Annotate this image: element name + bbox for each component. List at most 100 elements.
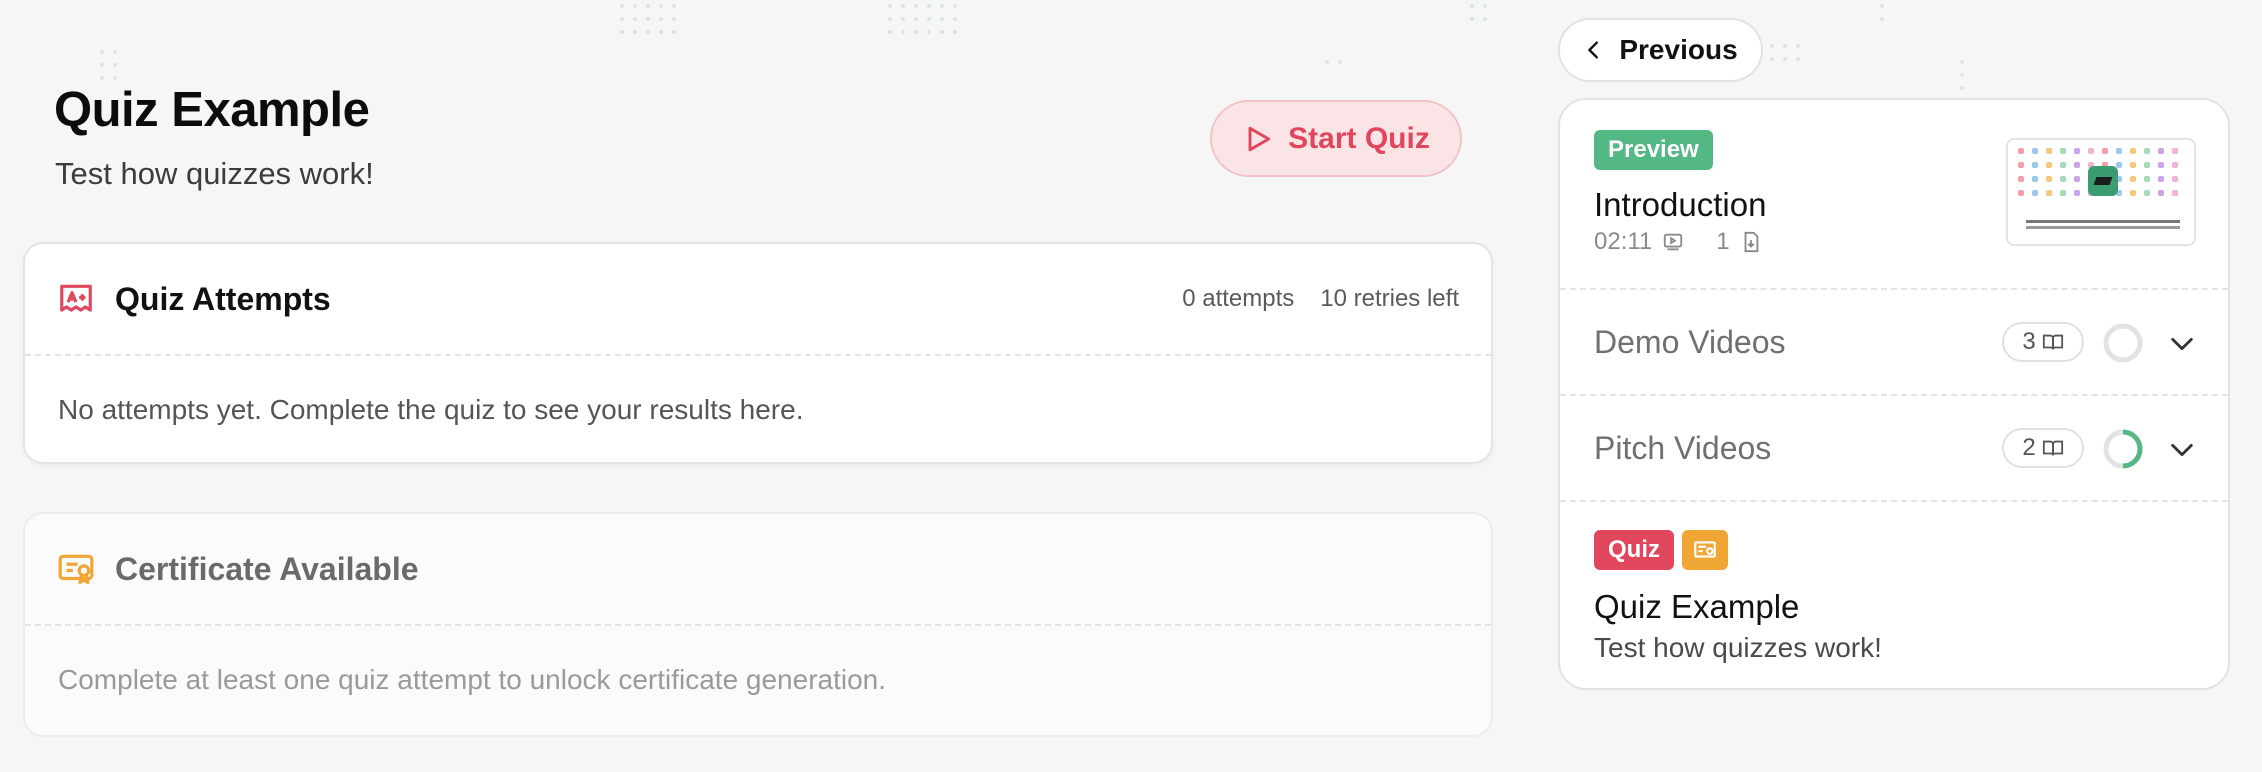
thumbnail-pattern-dot [2032, 190, 2038, 196]
thumbnail-pattern-dot [2172, 162, 2178, 168]
thumbnail-pattern-dot [2144, 190, 2150, 196]
previous-label: Previous [1619, 34, 1738, 65]
certificate-title: Certificate Available [115, 550, 419, 587]
thumbnail-pattern-dot [2018, 176, 2024, 182]
thumbnail-pattern-dot [2158, 148, 2164, 154]
thumbnail-pattern-dot [2074, 148, 2080, 154]
page-title: Quiz Example [54, 83, 370, 137]
thumbnail-pattern-dot [2088, 148, 2094, 154]
decorative-dots [888, 4, 957, 34]
progress-ring [2103, 323, 2143, 363]
thumbnail-pattern-dot [2172, 190, 2178, 196]
thumbnail-pattern-dot [2130, 190, 2136, 196]
quiz-attempts-header: Quiz Attempts 0 attempts 10 retries left [25, 244, 1491, 356]
decorative-dots [1880, 4, 1884, 21]
certificate-badge [1682, 530, 1728, 570]
course-outline: Preview Introduction 02:11 1 Demo Videos… [1558, 98, 2230, 690]
download-icon [1744, 231, 1758, 253]
certificate-icon [58, 554, 94, 585]
quiz-subtitle: Test how quizzes work! [1594, 632, 1882, 663]
lesson-count: 2 [2022, 434, 2036, 461]
thumbnail-pattern-dot [2032, 162, 2038, 168]
thumbnail-pattern-dot [2018, 162, 2024, 168]
progress-ring [2103, 429, 2143, 469]
decorative-dots [620, 4, 676, 34]
thumbnail-pattern-dot [2172, 148, 2178, 154]
thumbnail-pattern-dot [2158, 190, 2164, 196]
thumbnail-pattern-dot [2060, 162, 2066, 168]
lesson-meta: 02:11 1 [1594, 228, 1762, 256]
decorative-dots [1470, 4, 1487, 21]
section-pitch-videos[interactable]: Pitch Videos 2 [1560, 396, 2228, 502]
lesson-downloads: 1 [1716, 228, 1730, 255]
lesson-count-pill: 3 [2002, 322, 2084, 362]
thumbnail-pattern-dot [2116, 148, 2122, 154]
thumbnail-pattern-dot [2018, 190, 2024, 196]
retries-left: 10 retries left [1320, 285, 1459, 312]
thumbnail-logo [2088, 166, 2118, 196]
thumbnail-pattern-dot [2046, 162, 2052, 168]
start-quiz-button[interactable]: Start Quiz [1210, 100, 1462, 177]
attempts-count: 0 attempts [1182, 285, 1295, 312]
thumbnail-pattern-dot [2158, 162, 2164, 168]
thumbnail-pattern-dot [2130, 162, 2136, 168]
start-quiz-label: Start Quiz [1288, 121, 1430, 155]
decorative-dots [100, 50, 117, 80]
chevron-down-icon[interactable] [2168, 436, 2196, 464]
lesson-thumbnail[interactable] [2006, 138, 2196, 246]
award-icon [60, 284, 92, 312]
thumbnail-caption [2026, 220, 2180, 223]
thumbnail-pattern-dot [2074, 162, 2080, 168]
thumbnail-pattern-dot [2046, 176, 2052, 182]
thumbnail-pattern-dot [2130, 148, 2136, 154]
quiz-badges: Quiz [1594, 530, 1728, 570]
thumbnail-pattern-dot [2144, 176, 2150, 182]
section-title: Pitch Videos [1594, 430, 1772, 466]
chevron-down-icon[interactable] [2168, 330, 2196, 358]
quiz-badge: Quiz [1594, 530, 1674, 570]
page-subtitle: Test how quizzes work! [55, 156, 374, 191]
section-title: Demo Videos [1594, 324, 1786, 360]
previous-button[interactable]: Previous [1558, 18, 1763, 82]
certificate-text: Complete at least one quiz attempt to un… [58, 664, 887, 695]
thumbnail-pattern-dot [2144, 148, 2150, 154]
thumbnail-pattern-dot [2060, 148, 2066, 154]
play-icon [1248, 126, 1271, 151]
thumbnail-pattern-dot [2158, 176, 2164, 182]
page: Quiz Example Test how quizzes work! Star… [0, 0, 2262, 772]
book-icon [2042, 334, 2063, 350]
lesson-duration: 02:11 [1594, 228, 1653, 255]
preview-badge: Preview [1594, 130, 1713, 170]
attempts-empty-text: No attempts yet. Complete the quiz to se… [58, 394, 804, 425]
quiz-attempts-card: Quiz Attempts 0 attempts 10 retries left… [23, 242, 1493, 464]
video-icon [1664, 233, 1683, 251]
thumbnail-pattern-dot [2032, 148, 2038, 154]
certificate-card: Certificate Available Complete at least … [23, 512, 1493, 737]
lesson-quiz-example[interactable]: Quiz Quiz Example Test how quizzes work! [1560, 502, 2228, 688]
thumbnail-pattern-dot [2102, 148, 2108, 154]
thumbnail-pattern-dot [2144, 162, 2150, 168]
thumbnail-pattern-dot [2046, 148, 2052, 154]
decorative-dots [1770, 44, 1800, 61]
thumbnail-pattern-dot [2032, 176, 2038, 182]
book-icon [2042, 440, 2063, 456]
lesson-introduction[interactable]: Preview Introduction 02:11 1 [1560, 100, 2228, 290]
certificate-icon [1694, 541, 1716, 558]
attempts-meta: 0 attempts 10 retries left [1182, 285, 1459, 313]
chevron-left-icon [1588, 41, 1599, 59]
quiz-attempts-title: Quiz Attempts [115, 280, 331, 317]
thumbnail-pattern-dot [2074, 190, 2080, 196]
thumbnail-pattern-dot [2018, 148, 2024, 154]
section-demo-videos[interactable]: Demo Videos 3 [1560, 290, 2228, 396]
lesson-title: Introduction [1594, 186, 1767, 223]
thumbnail-pattern-dot [2060, 190, 2066, 196]
decorative-dots [1960, 60, 1964, 90]
thumbnail-pattern-dot [2074, 176, 2080, 182]
thumbnail-pattern-dot [2172, 176, 2178, 182]
lesson-count: 3 [2022, 328, 2036, 355]
lesson-count-pill: 2 [2002, 428, 2084, 468]
thumbnail-pattern-dot [2130, 176, 2136, 182]
thumbnail-pattern-dot [2060, 176, 2066, 182]
thumbnail-pattern-dot [2046, 190, 2052, 196]
certificate-header: Certificate Available [25, 514, 1491, 626]
